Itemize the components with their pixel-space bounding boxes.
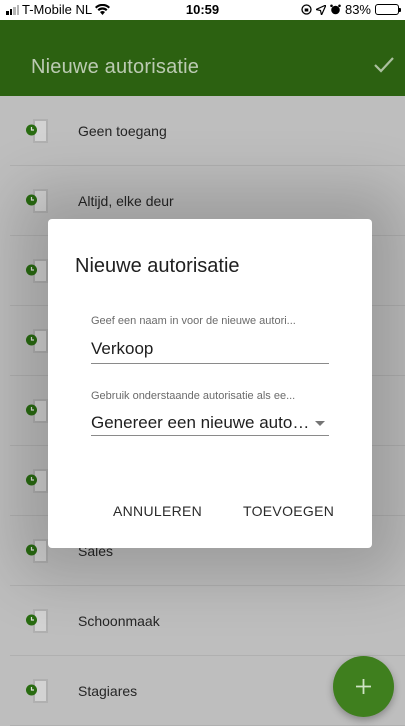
name-input[interactable]: Verkoop xyxy=(91,339,153,359)
add-button[interactable]: TOEVOEGEN xyxy=(243,503,334,519)
status-bar: T-Mobile NL 10:59 83% xyxy=(0,0,405,20)
name-field-label: Geef een naam in voor de nieuwe autori..… xyxy=(91,315,296,327)
dialog-title: Nieuwe autorisatie xyxy=(75,255,240,277)
add-fab[interactable] xyxy=(333,656,394,717)
location-icon xyxy=(315,4,326,15)
alarm-icon xyxy=(330,4,341,15)
base-select-label: Gebruik onderstaande autorisatie als ee.… xyxy=(91,390,296,402)
new-authorization-dialog: Nieuwe autorisatie Geef een naam in voor… xyxy=(48,219,372,548)
battery-icon xyxy=(375,4,401,15)
base-authorization-select[interactable]: Genereer een nieuwe autor... xyxy=(91,413,311,433)
orientation-lock-icon xyxy=(301,4,312,15)
dropdown-arrow-icon[interactable] xyxy=(315,421,325,426)
cancel-button[interactable]: ANNULEREN xyxy=(113,503,202,519)
plus-icon xyxy=(356,679,371,694)
battery-percentage: 83% xyxy=(344,2,371,17)
select-underline xyxy=(91,435,329,436)
status-right: 83% xyxy=(301,2,401,17)
name-input-underline xyxy=(91,363,329,364)
